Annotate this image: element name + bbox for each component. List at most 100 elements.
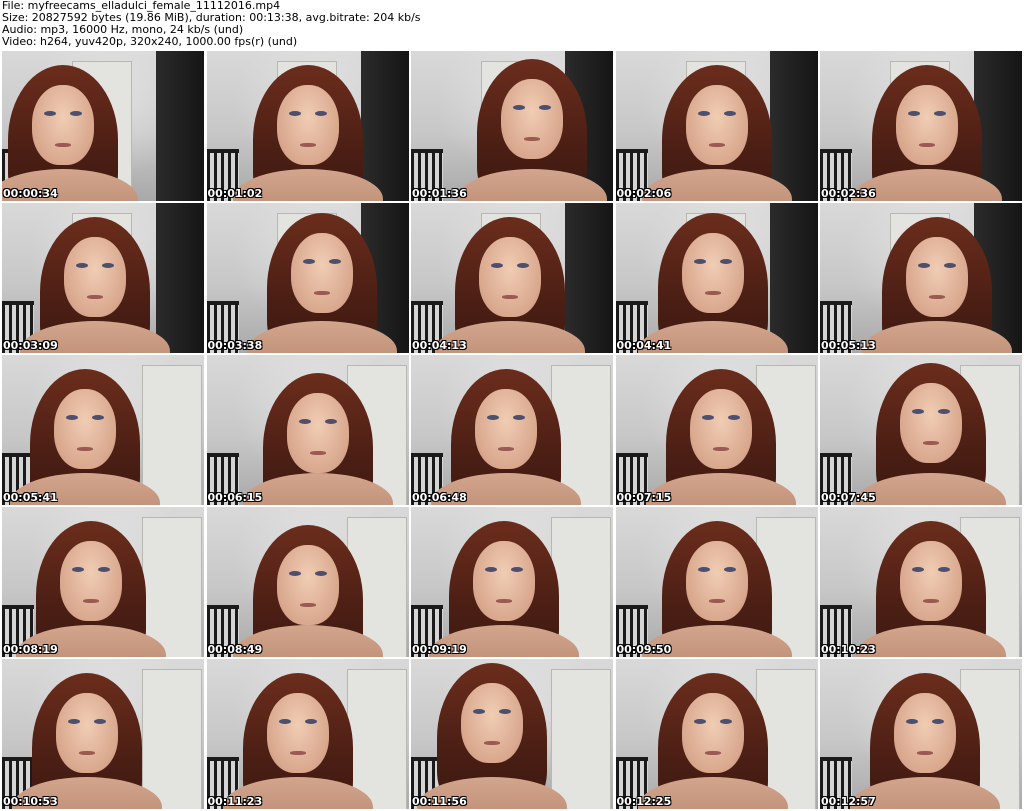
person-face <box>461 683 523 763</box>
video-thumbnail: 00:11:23 <box>206 659 409 809</box>
thumbnail-timestamp: 00:05:13 <box>821 339 876 352</box>
person-face <box>473 541 535 621</box>
person-face <box>900 541 962 621</box>
person-mouth <box>524 137 540 141</box>
person-eye <box>92 415 104 420</box>
person-face <box>501 79 563 159</box>
person-eye <box>485 567 497 572</box>
person-mouth <box>289 751 306 755</box>
person-eye <box>938 567 950 572</box>
thumbnail-timestamp: 00:12:25 <box>616 795 672 808</box>
person-face <box>54 389 116 469</box>
person-face <box>276 545 339 625</box>
person-eye <box>701 415 714 420</box>
thumbnail-timestamp: 00:07:45 <box>821 491 876 504</box>
thumbnail-timestamp: 00:05:41 <box>3 491 58 504</box>
video-thumbnail: 00:08:49 <box>206 507 409 657</box>
person-mouth <box>496 599 512 603</box>
person-eye <box>944 263 956 268</box>
person-eye <box>314 571 327 576</box>
person-face <box>266 693 329 773</box>
video-thumbnail: 00:08:19 <box>2 507 204 657</box>
person-eye <box>723 567 736 572</box>
person-eye <box>302 259 315 264</box>
person-eye <box>719 259 732 264</box>
person-eye <box>513 415 525 420</box>
person-mouth <box>55 143 71 147</box>
thumbnail-timestamp: 00:04:41 <box>616 339 672 352</box>
video-info-line: Video: h264, yuv420p, 320x240, 1000.00 f… <box>2 35 298 48</box>
person-eye <box>487 415 499 420</box>
person-eye <box>727 415 740 420</box>
person-mouth <box>77 447 93 451</box>
video-thumbnail: 00:05:41 <box>2 355 204 505</box>
person-eye <box>719 719 732 724</box>
person-eye <box>288 111 301 116</box>
person-eye <box>76 263 88 268</box>
background-door <box>551 669 611 809</box>
video-thumbnail: 00:12:57 <box>820 659 1022 809</box>
person-mouth <box>919 143 935 147</box>
person-eye <box>697 567 710 572</box>
thumbnail-timestamp: 00:07:15 <box>616 491 672 504</box>
person-eye <box>473 709 485 714</box>
video-thumbnail: 00:10:53 <box>2 659 204 809</box>
person-eye <box>539 105 551 110</box>
person-eye <box>298 419 311 424</box>
thumbnail-timestamp: 00:01:02 <box>207 187 263 200</box>
person-face <box>276 85 339 165</box>
thumbnail-grid: 00:00:34 00:01:02 00:01:36 00:02:06 00:02:36… <box>2 51 1022 811</box>
person-eye <box>912 567 924 572</box>
person-eye <box>70 111 82 116</box>
person-mouth <box>484 741 500 745</box>
person-eye <box>918 263 930 268</box>
person-eye <box>511 567 523 572</box>
person-mouth <box>498 447 514 451</box>
person-eye <box>934 111 946 116</box>
person-eye <box>693 719 706 724</box>
person-face <box>681 693 744 773</box>
person-mouth <box>79 751 95 755</box>
person-eye <box>328 259 341 264</box>
video-thumbnail: 00:03:38 <box>206 203 409 353</box>
person-eye <box>932 719 944 724</box>
person-mouth <box>299 603 316 607</box>
video-thumbnail: 00:03:09 <box>2 203 204 353</box>
thumbnail-timestamp: 00:03:09 <box>3 339 58 352</box>
video-thumbnail: 00:04:13 <box>411 203 613 353</box>
thumbnail-timestamp: 00:03:38 <box>207 339 263 352</box>
file-info-header: File: myfreecams_elladulci_female_111120… <box>2 0 1022 48</box>
thumbnail-timestamp: 00:11:56 <box>412 795 467 808</box>
thumbnail-timestamp: 00:10:23 <box>821 643 876 656</box>
thumbnail-timestamp: 00:06:15 <box>207 491 263 504</box>
video-thumbnail: 00:09:50 <box>615 507 818 657</box>
person-eye <box>314 111 327 116</box>
person-eye <box>44 111 56 116</box>
person-eye <box>912 409 924 414</box>
person-eye <box>324 419 337 424</box>
person-mouth <box>502 295 518 299</box>
person-eye <box>723 111 736 116</box>
background-dark-panel <box>156 51 204 201</box>
person-eye <box>94 719 106 724</box>
thumbnail-timestamp: 00:08:49 <box>207 643 263 656</box>
person-face <box>64 237 126 317</box>
person-eye <box>278 719 291 724</box>
person-face <box>689 389 752 469</box>
person-eye <box>906 719 918 724</box>
person-face <box>475 389 537 469</box>
video-thumbnail: 00:11:56 <box>411 659 613 809</box>
person-eye <box>288 571 301 576</box>
person-mouth <box>87 295 103 299</box>
person-mouth <box>712 447 729 451</box>
thumbnail-timestamp: 00:08:19 <box>3 643 58 656</box>
person-eye <box>517 263 529 268</box>
person-face <box>286 393 349 473</box>
video-thumbnail: 00:02:36 <box>820 51 1022 201</box>
thumbnail-timestamp: 00:02:36 <box>821 187 876 200</box>
person-mouth <box>708 143 725 147</box>
person-mouth <box>309 451 326 455</box>
video-thumbnail: 00:04:41 <box>615 203 818 353</box>
person-face <box>896 85 958 165</box>
video-thumbnail: 00:06:48 <box>411 355 613 505</box>
